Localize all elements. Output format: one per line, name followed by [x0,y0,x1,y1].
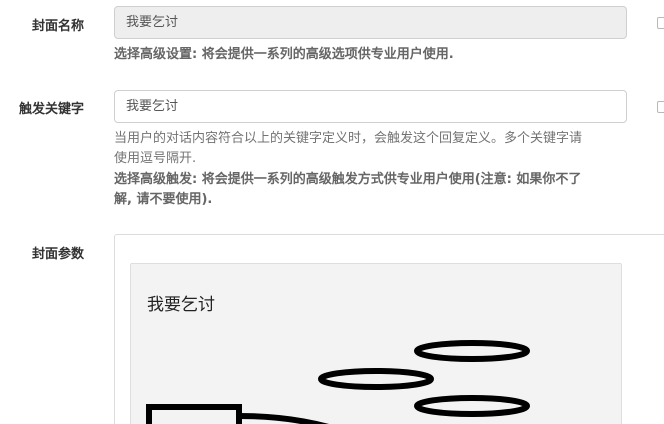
trigger-keyword-label: 触发关键字 [18,102,84,117]
advanced-trigger-help-line-1: 选择高级触发: 将会提供一系列的高级触发方式供专业用户使用(注意: 如果你不了 [114,172,582,187]
advanced-settings-checkbox[interactable] [657,17,664,29]
cover-name-label: 封面名称 [31,19,84,34]
cover-reply-form: 封面名称 我要乞讨 选择高级设置: 将会提供一系列的高级选项供专业用户使用. 触… [0,0,664,424]
begging-illustration-icon [146,340,530,424]
advanced-trigger-help-line-2: 解, 请不要使用). [114,192,213,207]
cover-preview-card[interactable]: 我要乞讨 [130,263,622,424]
advanced-settings-help: 选择高级设置: 将会提供一系列的高级选项供专业用户使用. [114,47,454,62]
trigger-keyword-input[interactable]: 我要乞讨 [114,90,627,123]
keyword-help-line-1: 当用户的对话内容符合以上的关键字定义时，会触发这个回复定义。多个关键字请 [114,131,583,146]
keyword-help-line-2: 使用逗号隔开. [114,151,197,166]
advanced-trigger-checkbox[interactable] [657,101,664,113]
cover-params-label: 封面参数 [31,247,84,262]
cover-name-input[interactable]: 我要乞讨 [114,6,627,39]
